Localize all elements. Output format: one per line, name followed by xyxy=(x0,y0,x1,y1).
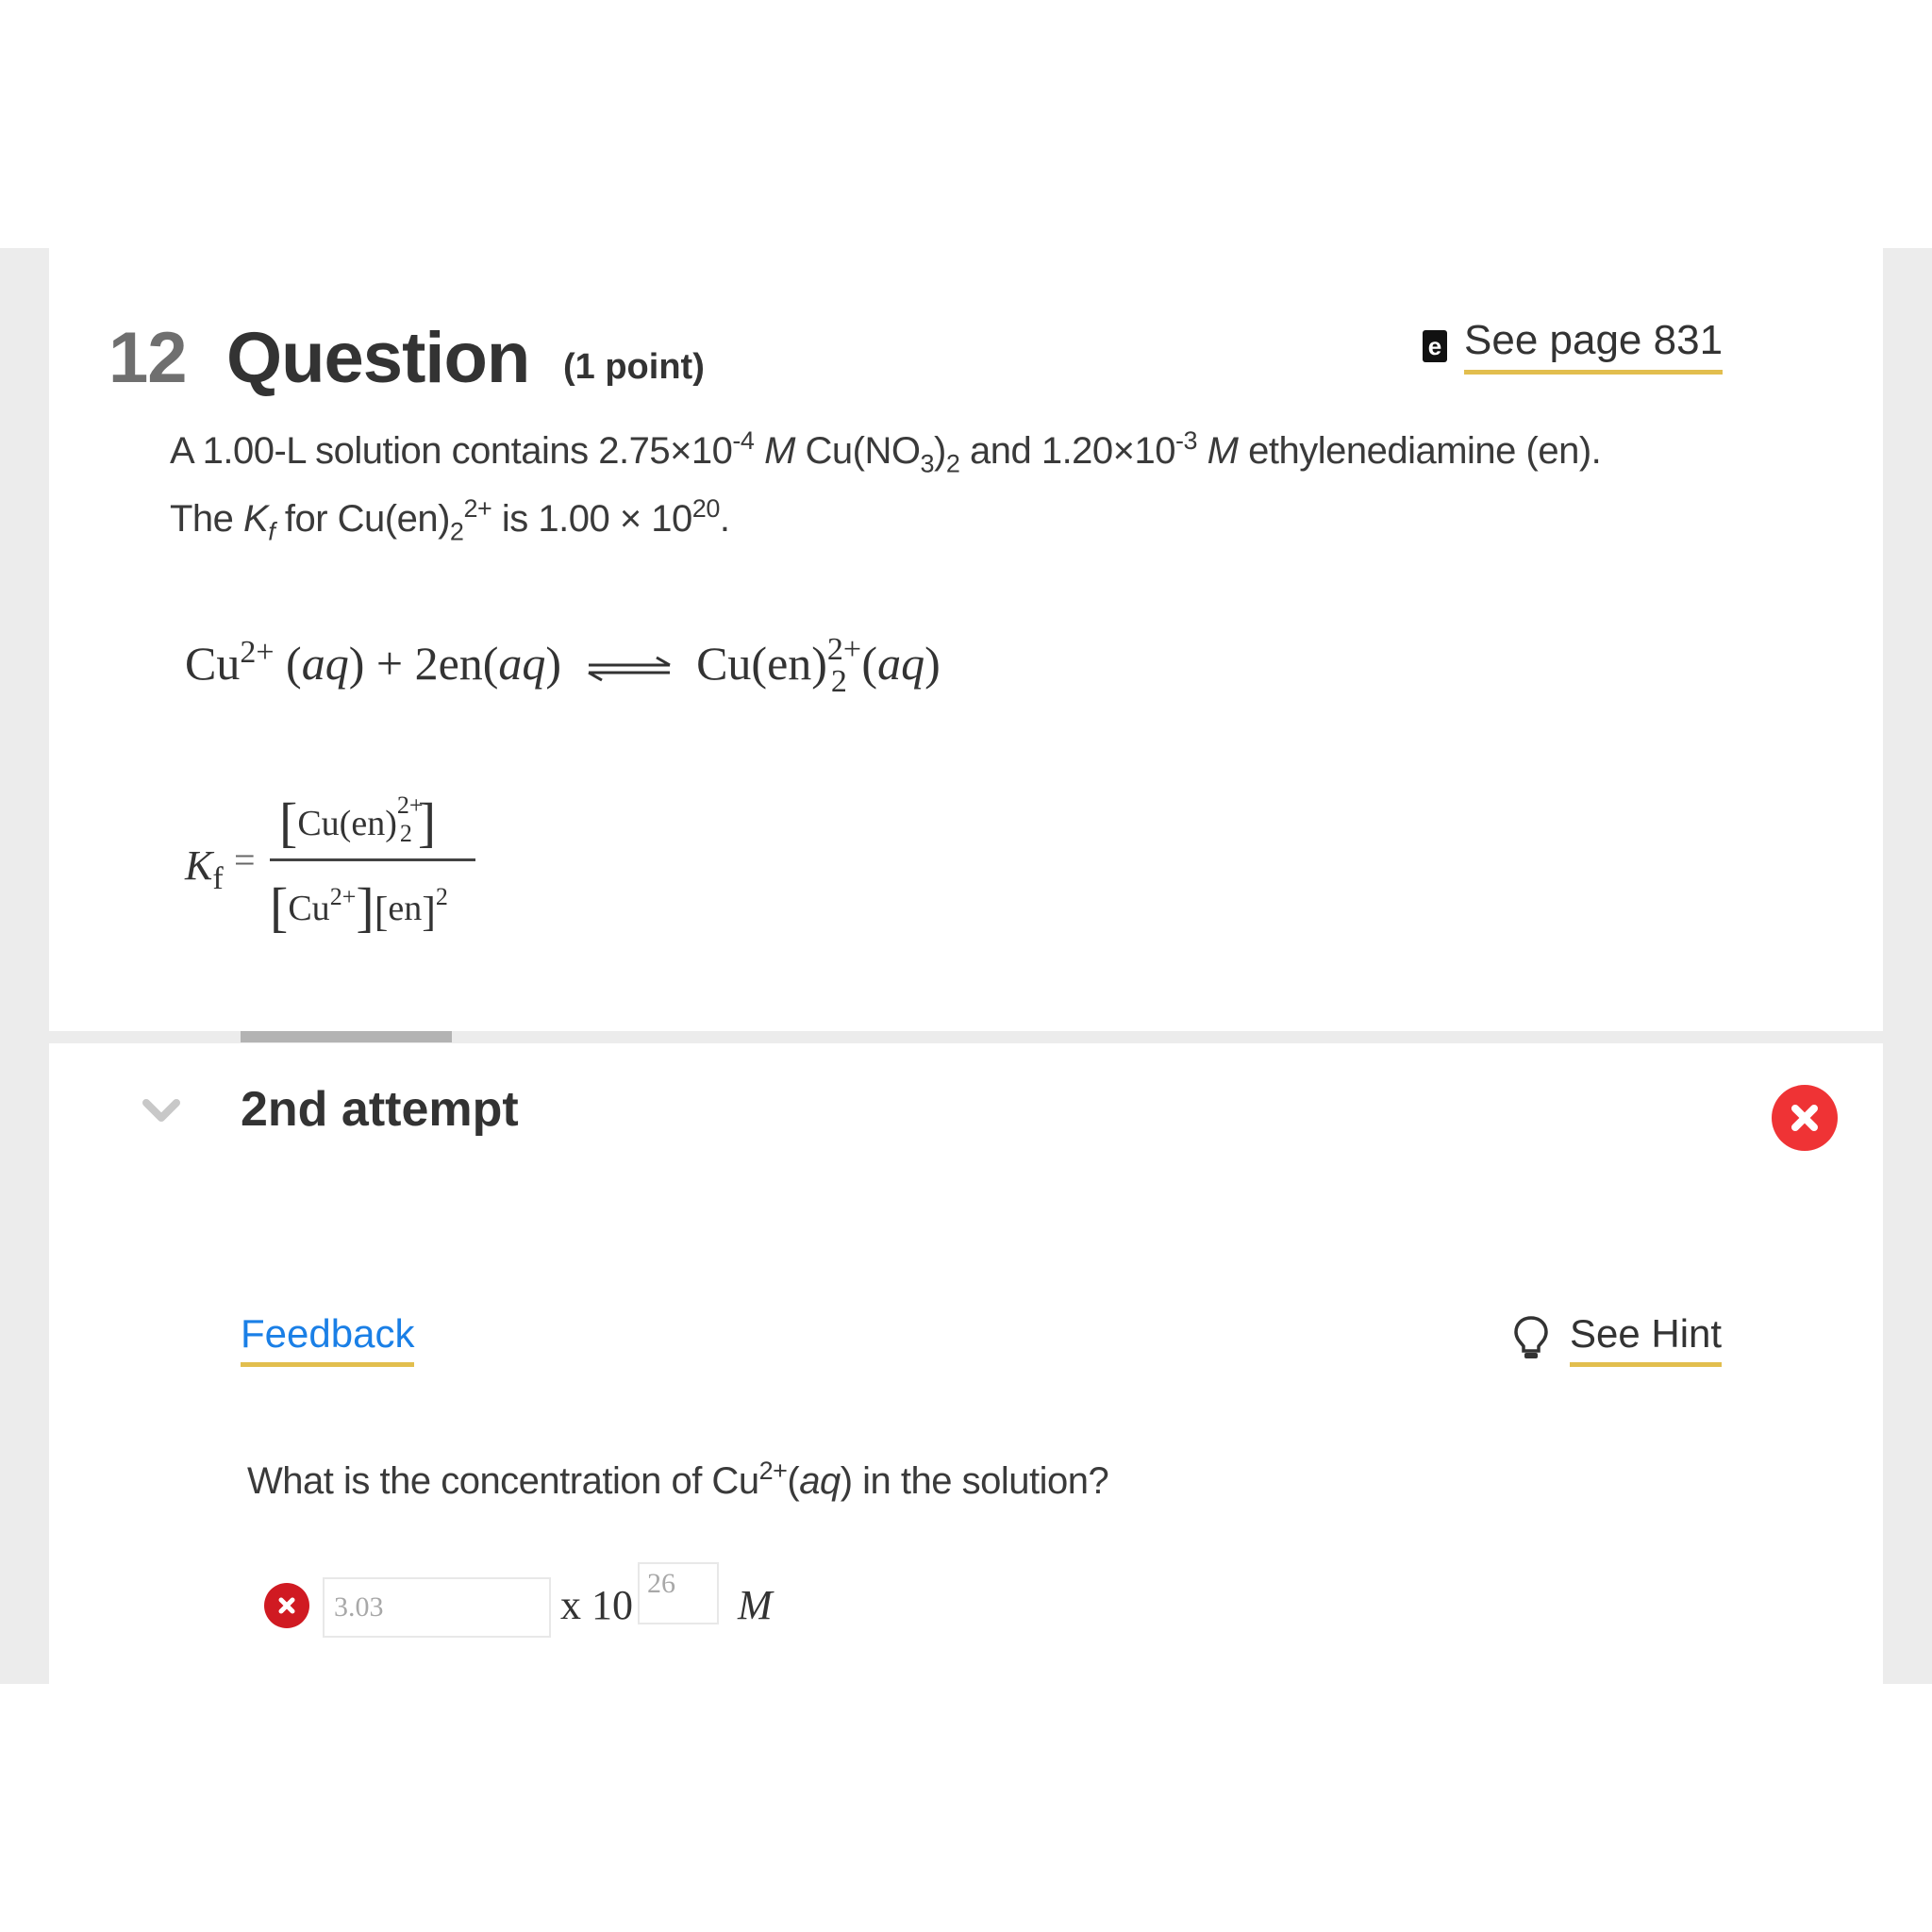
close-x-icon xyxy=(1791,1105,1818,1131)
eq-reactant-1: Cu xyxy=(185,637,241,690)
fraction-bar xyxy=(270,858,475,861)
collapse-chevron-icon[interactable] xyxy=(142,1097,181,1125)
sub-question-phase: aq xyxy=(799,1460,841,1502)
kf-charge: 2+ xyxy=(329,883,357,910)
see-hint-label: See Hint xyxy=(1570,1311,1723,1367)
sub-question-text: ) in the solution? xyxy=(840,1460,1109,1502)
stem-text: The xyxy=(170,498,244,540)
see-page-link[interactable]: e See page 831 xyxy=(1423,317,1724,375)
exponent-input[interactable] xyxy=(638,1562,719,1624)
kf-power: 2 xyxy=(435,883,448,910)
lightbulb-icon xyxy=(1514,1316,1548,1358)
times-ten-label: x 10 xyxy=(560,1582,633,1628)
eq-plus: + xyxy=(375,637,404,690)
kf-den-cu: Cu xyxy=(288,889,330,928)
stem-exponent: -4 xyxy=(732,426,755,456)
eq-charge: 2+ xyxy=(826,632,862,667)
attempt-label: 2nd attempt xyxy=(241,1082,519,1137)
equilibrium-equation: Cu2+ (aq) + 2en(aq) Cu(en) 2+ 2 (aq) xyxy=(185,632,941,699)
question-stem-line-1: A 1.00-L solution contains 2.75×10-4 M C… xyxy=(170,428,1602,476)
eq-reactant-2: 2en xyxy=(414,637,483,690)
kf-denominator: [Cu2+][en]2 xyxy=(270,876,448,938)
stem-kf-symbol: K xyxy=(243,498,269,540)
equilibrium-arrow-icon xyxy=(587,656,671,681)
attempt-progress-fill xyxy=(241,1031,452,1042)
kf-label: Kf xyxy=(185,841,224,897)
mantissa-input[interactable] xyxy=(323,1577,551,1638)
stem-text: for Cu(en) xyxy=(275,498,451,540)
eq-product: Cu(en) xyxy=(696,637,827,690)
see-hint-button[interactable]: See Hint xyxy=(1513,1311,1723,1367)
kf-subscript: 2 xyxy=(399,820,412,847)
question-points: (1 point) xyxy=(563,347,705,387)
kf-den-en: en xyxy=(388,889,423,928)
eq-phase: aq xyxy=(301,637,349,690)
stem-unit: M xyxy=(764,430,795,472)
eq-phase: aq xyxy=(498,637,546,690)
question-number: 12 xyxy=(108,318,188,398)
question-title: Question xyxy=(226,318,530,398)
sub-question-text: What is the concentration of Cu xyxy=(247,1460,759,1502)
sub-question-charge: 2+ xyxy=(758,1457,788,1486)
sub-question: What is the concentration of Cu2+(aq) in… xyxy=(247,1457,1109,1503)
stem-text: . xyxy=(719,498,730,540)
unit-label: M xyxy=(738,1582,773,1628)
feedback-link[interactable]: Feedback xyxy=(241,1311,415,1367)
stem-unit: M xyxy=(1207,430,1239,472)
close-x-icon xyxy=(278,1597,295,1614)
stem-text: ) xyxy=(934,430,946,472)
stem-text: is 1.00 × 10 xyxy=(491,498,692,540)
answer-incorrect-icon xyxy=(264,1583,309,1628)
stem-text: and 1.20×10 xyxy=(959,430,1176,472)
stem-text: ethylenediamine (en). xyxy=(1238,430,1602,472)
stem-text: Cu(NO xyxy=(794,430,921,472)
see-page-label: See page 831 xyxy=(1464,317,1724,375)
stem-exponent: 20 xyxy=(691,494,721,524)
kf-subscript: f xyxy=(212,860,224,896)
kf-numerator: [Cu(en) 2+ 2] xyxy=(279,791,437,853)
eq-subscript: 2 xyxy=(830,664,847,699)
stem-subscript: 3 xyxy=(920,449,934,478)
stem-subscript: 2 xyxy=(945,449,960,478)
stem-charge: 2+ xyxy=(463,494,492,524)
ebook-icon: e xyxy=(1423,329,1447,362)
kf-equals: = xyxy=(234,839,256,881)
stem-subscript: 2 xyxy=(449,517,464,546)
incorrect-status-icon xyxy=(1772,1085,1838,1151)
stem-text: A 1.00-L solution contains 2.75×10 xyxy=(170,430,733,472)
question-stem-line-2: The Kf for Cu(en)22+ is 1.00 × 1020. xyxy=(170,496,730,544)
stem-exponent: -3 xyxy=(1175,426,1198,456)
sub-question-text: ( xyxy=(787,1460,800,1502)
kf-numerator-species: Cu(en) xyxy=(297,804,397,843)
eq-charge: 2+ xyxy=(240,635,275,670)
eq-phase: aq xyxy=(877,637,925,690)
kf-symbol: K xyxy=(185,842,213,889)
